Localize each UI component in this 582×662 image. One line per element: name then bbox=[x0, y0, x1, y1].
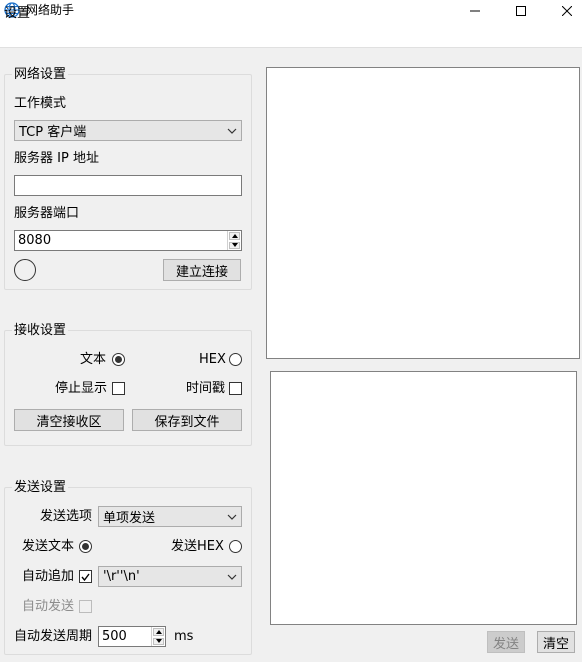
spin-down-button[interactable] bbox=[229, 241, 240, 249]
timestamp-label: 时间戳 bbox=[186, 381, 226, 396]
clear-send-button[interactable]: 清空 bbox=[537, 631, 575, 653]
receive-text-radio[interactable] bbox=[112, 353, 125, 366]
auto-send-label: 自动发送 bbox=[22, 599, 75, 614]
send-options-value: 单项发送 bbox=[103, 511, 156, 526]
send-text-label: 发送文本 bbox=[22, 539, 75, 554]
close-icon bbox=[562, 6, 572, 16]
triangle-up-icon bbox=[231, 233, 238, 238]
timestamp-checkbox[interactable] bbox=[229, 382, 242, 395]
send-hex-radio[interactable] bbox=[229, 540, 242, 553]
send-button[interactable]: 发送 bbox=[487, 631, 525, 653]
triangle-down-icon bbox=[155, 639, 162, 644]
send-options-select[interactable]: 单项发送 bbox=[98, 506, 242, 527]
send-period-spinbox[interactable]: 500 bbox=[98, 626, 166, 647]
minimize-icon bbox=[470, 10, 480, 12]
send-text-radio[interactable] bbox=[79, 540, 92, 553]
server-ip-input[interactable] bbox=[14, 175, 242, 196]
receive-text-label: 文本 bbox=[80, 352, 107, 367]
triangle-down-icon bbox=[231, 243, 238, 248]
send-text-area[interactable] bbox=[270, 371, 577, 625]
server-ip-label: 服务器 IP 地址 bbox=[14, 151, 99, 166]
send-hex-label: 发送HEX bbox=[171, 539, 224, 554]
chevron-down-icon bbox=[223, 507, 241, 526]
send-period-label: 自动发送周期 bbox=[14, 629, 93, 644]
auto-append-select[interactable]: '\r''\n' bbox=[98, 566, 242, 587]
server-port-spinbox[interactable]: 8080 bbox=[14, 230, 242, 251]
work-mode-label: 工作模式 bbox=[14, 96, 67, 111]
auto-send-checkbox[interactable] bbox=[79, 600, 92, 613]
menu-settings[interactable]: 设置 bbox=[4, 6, 30, 22]
send-options-label: 发送选项 bbox=[40, 509, 93, 524]
send-period-value: 500 bbox=[102, 629, 127, 644]
triangle-up-icon bbox=[155, 629, 162, 634]
auto-append-checkbox[interactable] bbox=[79, 570, 92, 583]
receive-text-area[interactable] bbox=[266, 67, 580, 359]
chevron-down-icon bbox=[223, 567, 241, 586]
send-period-unit: ms bbox=[174, 629, 194, 644]
network-settings-title: 网络设置 bbox=[12, 67, 69, 82]
chevron-down-icon bbox=[223, 121, 241, 140]
maximize-button[interactable] bbox=[498, 0, 544, 22]
receive-hex-radio[interactable] bbox=[229, 353, 242, 366]
stop-display-checkbox[interactable] bbox=[112, 382, 125, 395]
window-title: 网络助手 bbox=[26, 3, 75, 17]
receive-settings-title: 接收设置 bbox=[12, 323, 69, 338]
save-to-file-button[interactable]: 保存到文件 bbox=[132, 409, 242, 431]
auto-append-label: 自动追加 bbox=[22, 569, 75, 584]
server-port-value: 8080 bbox=[18, 233, 52, 248]
connection-status-indicator bbox=[14, 259, 36, 281]
work-mode-select[interactable]: TCP 客户端 bbox=[14, 120, 242, 141]
receive-hex-label: HEX bbox=[199, 352, 226, 367]
spin-down-button[interactable] bbox=[153, 637, 164, 645]
connect-button[interactable]: 建立连接 bbox=[163, 259, 241, 281]
send-settings-title: 发送设置 bbox=[12, 480, 69, 495]
checkmark-icon bbox=[81, 573, 90, 581]
spin-up-button[interactable] bbox=[229, 232, 240, 240]
clear-receive-button[interactable]: 清空接收区 bbox=[14, 409, 124, 431]
work-mode-value: TCP 客户端 bbox=[19, 125, 87, 140]
server-port-label: 服务器端口 bbox=[14, 206, 80, 221]
spin-up-button[interactable] bbox=[153, 628, 164, 636]
minimize-button[interactable] bbox=[452, 0, 498, 22]
maximize-icon bbox=[516, 6, 526, 16]
close-button[interactable] bbox=[544, 0, 582, 22]
stop-display-label: 停止显示 bbox=[55, 381, 108, 396]
menu-bar bbox=[0, 22, 582, 48]
auto-append-value: '\r''\n' bbox=[103, 569, 140, 584]
